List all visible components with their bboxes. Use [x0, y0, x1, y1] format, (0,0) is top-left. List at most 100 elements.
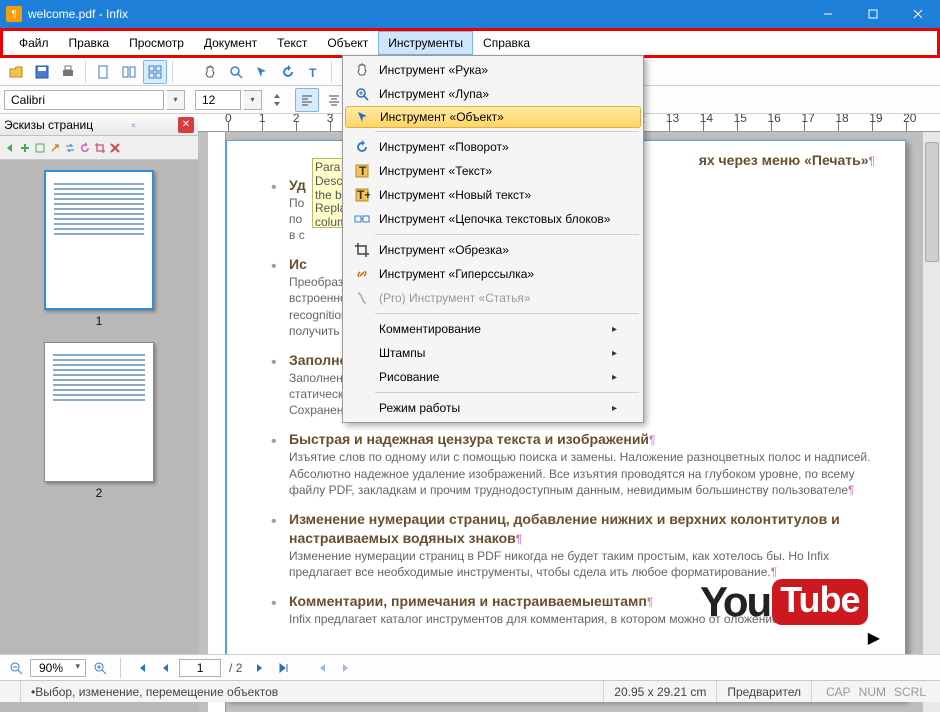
- facing-view-icon[interactable]: [117, 60, 141, 84]
- menu-инструменты[interactable]: Инструменты: [378, 31, 473, 55]
- nav-last-icon[interactable]: [274, 658, 294, 678]
- ruler-vertical: [208, 132, 226, 712]
- zoom-tool-icon[interactable]: [224, 60, 248, 84]
- menu-документ[interactable]: Документ: [194, 31, 267, 55]
- status-page-size: 20.95 x 29.21 cm: [604, 681, 717, 702]
- menu-item-label: Инструмент «Рука»: [379, 63, 488, 77]
- panel-toolbar: [0, 136, 198, 160]
- menubar-highlight: ФайлПравкаПросмотрДокументТекстОбъектИнс…: [0, 28, 940, 58]
- link-icon: [351, 266, 373, 282]
- object-tool-icon[interactable]: [250, 60, 274, 84]
- menu-item[interactable]: Инструмент «Рука»: [345, 58, 641, 82]
- print-button[interactable]: [56, 60, 80, 84]
- font-family-value: Calibri: [11, 93, 45, 107]
- doc-bullet-item: Быстрая и надежная цензура текста и изоб…: [275, 430, 875, 497]
- zoom-out-icon[interactable]: [6, 658, 26, 678]
- menu-item-label: Инструмент «Гиперссылка»: [379, 267, 534, 281]
- menu-item-label: Инструмент «Обрезка»: [379, 243, 509, 257]
- menu-item: (Pro) Инструмент «Статья»: [345, 286, 641, 310]
- play-hd-icon: ▶: [868, 628, 880, 648]
- menu-item[interactable]: Штампы▸: [345, 341, 641, 365]
- menu-item-label: Инструмент «Цепочка текстовых блоков»: [379, 212, 610, 226]
- page-current-value: 1: [197, 661, 204, 675]
- panel-header: Эскизы страниц ▫ ✕: [0, 114, 198, 136]
- font-size-dropdown-icon[interactable]: ▾: [244, 90, 262, 110]
- vertical-scrollbar[interactable]: [922, 132, 940, 712]
- menubar: ФайлПравкаПросмотрДокументТекстОбъектИнс…: [3, 31, 937, 55]
- menu-item[interactable]: Инструмент «Лупа»: [345, 82, 641, 106]
- hand-tool-icon[interactable]: [198, 60, 222, 84]
- zoom-level-select[interactable]: 90%: [30, 659, 86, 677]
- menu-item[interactable]: Инструмент «Гиперссылка»: [345, 262, 641, 286]
- font-size-stepper[interactable]: [265, 88, 289, 112]
- nav-prev-icon[interactable]: [155, 658, 175, 678]
- nav-next-icon[interactable]: [250, 658, 270, 678]
- panel-crop-icon[interactable]: [94, 142, 106, 154]
- page-total-label: / 2: [229, 661, 242, 675]
- menu-item[interactable]: Рисование▸: [345, 365, 641, 389]
- status-bar: • Выбор, изменение, перемещение объектов…: [0, 680, 940, 702]
- font-size-select[interactable]: 12: [195, 90, 241, 110]
- menu-item[interactable]: Инструмент «Поворот»: [345, 135, 641, 159]
- panel-title: Эскизы страниц: [4, 118, 93, 132]
- panel-delete-icon[interactable]: [109, 142, 121, 154]
- youtube-logo: You Tube ▶: [700, 562, 890, 642]
- menu-item-label: (Pro) Инструмент «Статья»: [379, 291, 531, 305]
- zoom-in-icon[interactable]: [90, 658, 110, 678]
- panel-close-icon[interactable]: ✕: [178, 117, 194, 133]
- thumbnail-page-2[interactable]: 2: [42, 342, 156, 500]
- font-family-select[interactable]: Calibri: [4, 90, 164, 110]
- menu-просмотр[interactable]: Просмотр: [119, 31, 194, 55]
- menu-item[interactable]: TИнструмент «Текст»: [345, 159, 641, 183]
- panel-prev-icon[interactable]: [4, 142, 16, 154]
- thumbnails-list: 1 2: [0, 160, 198, 712]
- status-empty-seg: [524, 681, 604, 702]
- panel-rotate-icon[interactable]: [79, 142, 91, 154]
- panel-insert-icon[interactable]: [34, 142, 46, 154]
- panel-replace-icon[interactable]: [64, 142, 76, 154]
- history-forward-icon[interactable]: [336, 658, 356, 678]
- scroll-lock-indicator: SCRL: [894, 685, 926, 699]
- menu-item-label: Режим работы: [379, 401, 460, 415]
- menu-справка[interactable]: Справка: [473, 31, 540, 55]
- save-button[interactable]: [30, 60, 54, 84]
- page-number-input[interactable]: 1: [179, 659, 221, 677]
- rotate-tool-icon[interactable]: [276, 60, 300, 84]
- panel-pin-icon[interactable]: ▫: [131, 118, 135, 132]
- page-view-icon[interactable]: [91, 60, 115, 84]
- thumbnail-page-1[interactable]: 1: [42, 170, 156, 328]
- panel-add-icon[interactable]: [19, 142, 31, 154]
- panel-extract-icon[interactable]: [49, 142, 61, 154]
- menu-item[interactable]: Комментирование▸: [345, 317, 641, 341]
- close-button[interactable]: [895, 0, 940, 28]
- arrow-icon: [352, 110, 374, 124]
- youtube-you-text: You: [700, 578, 770, 626]
- continuous-view-icon[interactable]: [143, 60, 167, 84]
- menu-item-label: Комментирование: [379, 322, 481, 336]
- thumbnail-label: 1: [96, 314, 103, 328]
- svg-text:T+: T+: [357, 188, 370, 202]
- open-button[interactable]: [4, 60, 28, 84]
- menu-item[interactable]: Режим работы ▸: [345, 396, 641, 420]
- menu-item[interactable]: Инструмент «Цепочка текстовых блоков»: [345, 207, 641, 231]
- hand-icon: [351, 62, 373, 78]
- menu-текст[interactable]: Текст: [267, 31, 317, 55]
- menu-item[interactable]: Инструмент «Объект»: [345, 106, 641, 128]
- menu-item[interactable]: Инструмент «Обрезка»: [345, 238, 641, 262]
- menu-правка[interactable]: Правка: [59, 31, 120, 55]
- thumbnails-panel: Эскизы страниц ▫ ✕ 1 2: [0, 114, 198, 712]
- history-back-icon[interactable]: [312, 658, 332, 678]
- status-mode-icon[interactable]: [0, 681, 21, 702]
- text-tool-icon[interactable]: T: [302, 60, 326, 84]
- app-icon: ¶: [6, 6, 22, 22]
- font-family-dropdown-icon[interactable]: ▾: [167, 90, 185, 110]
- minimize-button[interactable]: [805, 0, 850, 28]
- nav-first-icon[interactable]: [131, 658, 151, 678]
- maximize-button[interactable]: [850, 0, 895, 28]
- menu-файл[interactable]: Файл: [9, 31, 59, 55]
- submenu-arrow-icon: ▸: [612, 403, 617, 414]
- menu-item[interactable]: T+Инструмент «Новый текст»: [345, 183, 641, 207]
- menu-item-label: Рисование: [379, 370, 439, 384]
- menu-объект[interactable]: Объект: [317, 31, 378, 55]
- align-left-icon[interactable]: [295, 88, 319, 112]
